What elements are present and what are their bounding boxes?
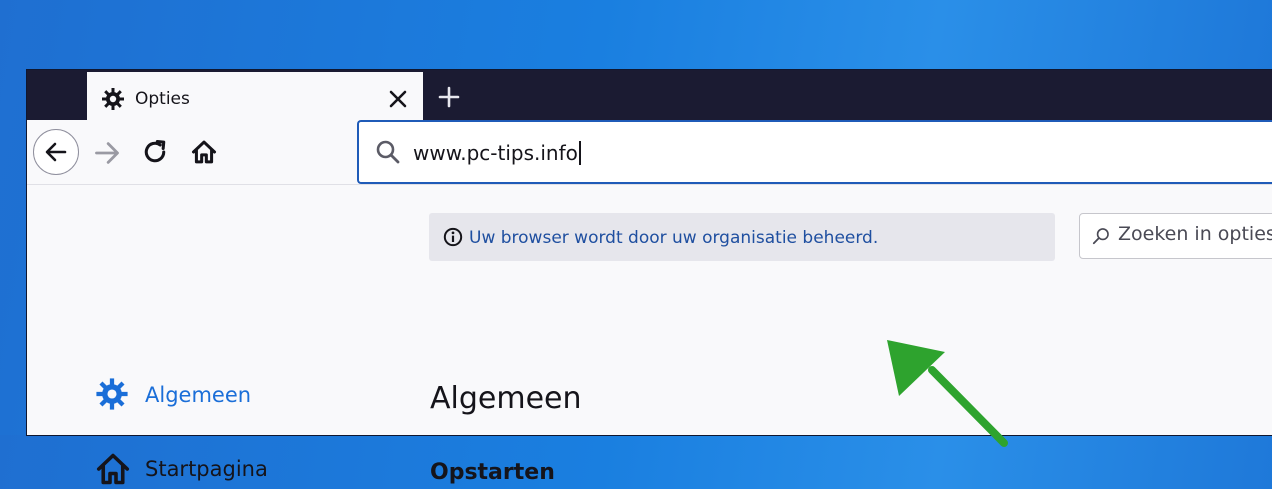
options-search[interactable] xyxy=(1079,213,1272,259)
forward-arrow-icon[interactable] xyxy=(93,139,121,167)
tab-strip: Opties xyxy=(27,70,1272,122)
page-title: Algemeen xyxy=(430,381,582,416)
policy-banner: Uw browser wordt door uw organisatie beh… xyxy=(429,213,1055,261)
sidebar-item-label: Algemeen xyxy=(145,383,252,407)
navigation-toolbar: www.pc-tips.info xyxy=(27,120,1272,185)
home-icon[interactable] xyxy=(190,138,218,166)
back-arrow-icon xyxy=(45,142,67,162)
gear-icon xyxy=(96,378,128,410)
home-icon xyxy=(96,453,130,485)
green-arrow-annotation xyxy=(887,340,1008,447)
browser-window: Opties www.pc-tips.info Uw browser wordt… xyxy=(27,70,1272,485)
address-bar[interactable]: www.pc-tips.info xyxy=(357,120,1272,184)
close-icon[interactable] xyxy=(387,88,409,110)
tab-title: Opties xyxy=(135,89,190,109)
options-page: Uw browser wordt door uw organisatie beh… xyxy=(27,185,1272,485)
info-icon xyxy=(443,227,463,247)
policy-link[interactable]: Uw browser wordt door uw organisatie beh… xyxy=(469,228,878,248)
options-search-input[interactable] xyxy=(1116,222,1272,246)
back-button[interactable] xyxy=(33,129,79,175)
search-icon xyxy=(376,140,400,164)
url-text[interactable]: www.pc-tips.info xyxy=(413,141,581,165)
reload-icon[interactable] xyxy=(141,138,169,166)
plus-icon[interactable] xyxy=(437,85,461,109)
gear-icon xyxy=(102,88,124,110)
tab-options[interactable]: Opties xyxy=(87,72,423,122)
search-icon xyxy=(1092,228,1109,245)
section-title: Opstarten xyxy=(430,460,555,485)
sidebar-item-label: Startpagina xyxy=(145,457,268,481)
